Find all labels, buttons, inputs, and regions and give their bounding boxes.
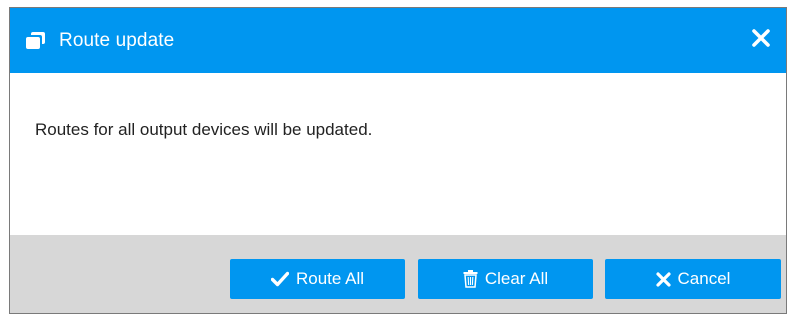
checkmark-icon	[270, 271, 289, 287]
copy-icon	[25, 30, 47, 52]
dialog-footer: Route All Clear All Cancel	[10, 235, 786, 313]
dialog-title: Route update	[59, 29, 175, 51]
clear-all-label: Clear All	[484, 269, 549, 288]
dialog-titlebar: Route update	[10, 8, 786, 73]
trash-icon	[463, 270, 478, 288]
dialog-message: Routes for all output devices will be up…	[35, 120, 373, 139]
dialog-body: Routes for all output devices will be up…	[10, 73, 786, 235]
route-all-button[interactable]: Route All	[230, 259, 405, 299]
close-icon	[752, 28, 770, 52]
cancel-button[interactable]: Cancel	[605, 259, 781, 299]
route-all-label: Route All	[295, 269, 365, 288]
route-update-dialog: Route update Routes for all output devic…	[9, 7, 787, 314]
close-button[interactable]	[748, 27, 774, 53]
x-icon	[655, 271, 671, 287]
clear-all-button[interactable]: Clear All	[418, 259, 593, 299]
cancel-label: Cancel	[677, 269, 731, 288]
